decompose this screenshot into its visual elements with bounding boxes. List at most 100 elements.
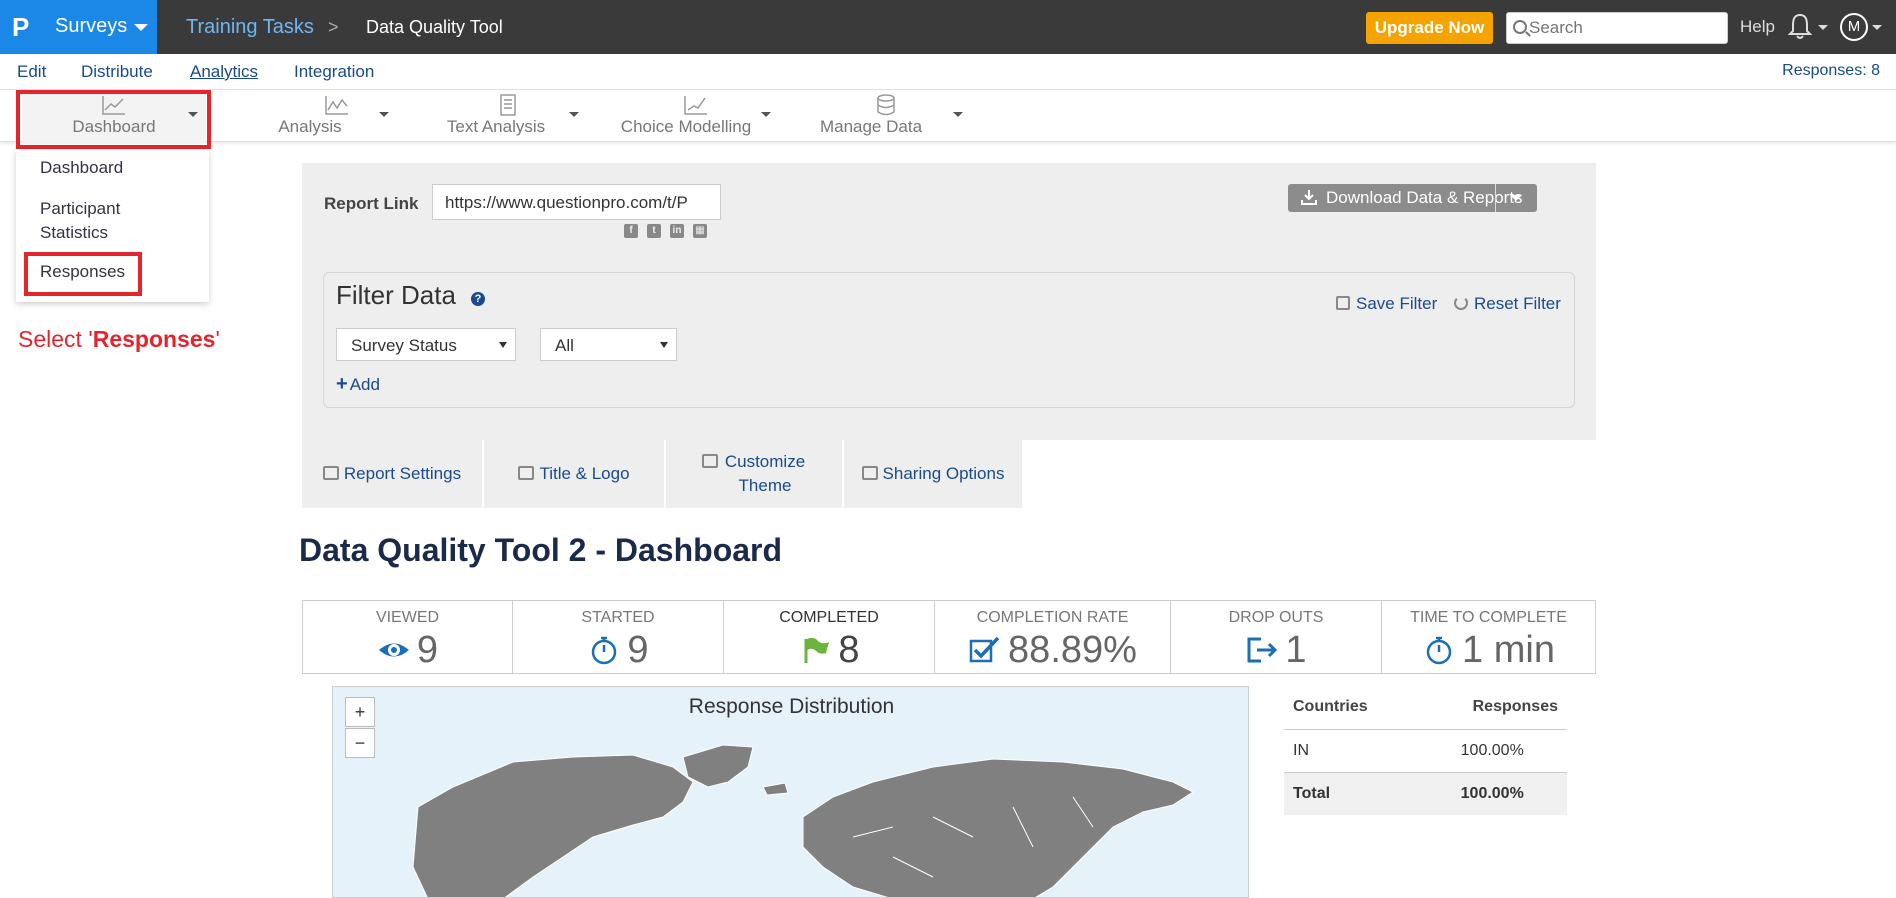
countries-table: Countries Responses IN 100.00% Total 100… xyxy=(1284,686,1567,815)
facebook-icon[interactable]: f xyxy=(624,224,638,238)
edit-icon xyxy=(702,454,718,468)
edit-icon xyxy=(1336,296,1350,310)
gears-icon xyxy=(322,466,339,480)
stat-completion-rate: COMPLETION RATE 88.89% xyxy=(935,601,1171,673)
tool-analysis[interactable]: Analysis xyxy=(262,90,412,142)
chevron-down-icon xyxy=(761,112,771,117)
linkedin-icon[interactable]: in xyxy=(670,224,684,238)
download-data-reports-button[interactable]: Download Data & Reports xyxy=(1288,184,1537,212)
chevron-down-icon xyxy=(499,342,507,348)
stopwatch-icon xyxy=(1426,636,1452,664)
exit-icon xyxy=(1247,637,1278,662)
total-label: Total xyxy=(1284,772,1401,815)
reset-icon xyxy=(1454,296,1468,310)
tool-text-analysis[interactable]: Text Analysis xyxy=(428,90,588,142)
chevron-down-icon xyxy=(134,24,148,31)
world-map xyxy=(412,744,1195,897)
responses-count[interactable]: Responses: 8 xyxy=(1782,62,1880,80)
chevron-down-icon xyxy=(1872,25,1882,30)
nav-analytics[interactable]: Analytics xyxy=(190,62,258,82)
analytics-toolbar: Dashboard Analysis Text Analysis Choice … xyxy=(0,90,1896,142)
filter-field-select[interactable]: Survey Status xyxy=(336,328,516,361)
trend-chart-icon xyxy=(684,96,707,115)
menu-item-participant-statistics[interactable]: Participant Statistics xyxy=(40,197,150,245)
user-avatar[interactable]: M xyxy=(1840,13,1868,41)
country-cell: IN xyxy=(1284,729,1401,773)
twitter-icon[interactable]: t xyxy=(647,224,661,238)
stats-bar: VIEWED 9 STARTED 9 COMPLETED 8 COMPLETIO… xyxy=(302,600,1596,674)
search-box[interactable] xyxy=(1506,12,1728,44)
tool-label: Text Analysis xyxy=(446,117,546,136)
breadcrumb-current: Data Quality Tool xyxy=(366,17,503,37)
questionpro-logo: P xyxy=(12,12,30,42)
highlight-dashboard xyxy=(16,90,211,149)
database-icon xyxy=(877,94,895,116)
search-input[interactable] xyxy=(1529,17,1719,39)
column-header: Countries xyxy=(1284,686,1401,730)
tool-label: Manage Data xyxy=(819,117,923,136)
stat-started: STARTED 9 xyxy=(513,601,724,673)
search-icon xyxy=(1513,20,1527,34)
chevron-down-icon xyxy=(569,112,579,117)
document-icon xyxy=(500,94,516,116)
stopwatch-icon xyxy=(592,636,617,664)
download-icon xyxy=(1301,190,1317,205)
secondary-nav: Edit Distribute Analytics Integration Re… xyxy=(0,54,1896,90)
chevron-down-icon[interactable] xyxy=(1510,195,1522,201)
table-row: IN 100.00% xyxy=(1284,729,1567,773)
share-icons: f t in ▦ xyxy=(624,220,716,238)
tool-label: Analysis xyxy=(278,117,342,136)
stat-time-to-complete: TIME TO COMPLETE 1 min xyxy=(1410,609,1567,671)
product-switcher[interactable]: P Surveys xyxy=(0,0,157,54)
response-distribution-map[interactable]: Response Distribution + − xyxy=(332,686,1249,898)
filter-title: Filter Data xyxy=(336,280,456,310)
flag-icon xyxy=(804,637,830,663)
nav-distribute[interactable]: Distribute xyxy=(81,62,153,82)
checkbox-icon xyxy=(969,636,1000,662)
menu-item-dashboard[interactable]: Dashboard xyxy=(40,156,123,180)
filter-value-select[interactable]: All xyxy=(540,328,677,361)
tab-title-logo[interactable]: Title & Logo xyxy=(484,440,664,508)
save-filter-link[interactable]: Save Filter xyxy=(1336,294,1437,314)
tab-sharing-options[interactable]: Sharing Options xyxy=(844,440,1022,508)
chevron-down-icon xyxy=(953,112,963,117)
tool-label: Choice Modelling xyxy=(620,117,752,136)
help-link[interactable]: Help xyxy=(1740,17,1775,37)
stat-viewed: VIEWED 9 xyxy=(303,601,513,673)
tab-report-settings[interactable]: Report Settings xyxy=(302,440,482,508)
page-title: Data Quality Tool 2 - Dashboard xyxy=(299,532,783,568)
chevron-down-icon xyxy=(660,342,668,348)
upgrade-now-button[interactable]: Upgrade Now xyxy=(1366,12,1493,44)
stat-completed: COMPLETED 8 xyxy=(724,601,935,673)
qr-code-icon[interactable]: ▦ xyxy=(693,224,707,238)
breadcrumb-parent[interactable]: Training Tasks xyxy=(186,16,314,39)
reset-filter-link[interactable]: Reset Filter xyxy=(1454,294,1561,314)
table-total-row: Total 100.00% xyxy=(1284,772,1567,815)
report-link-label: Report Link xyxy=(324,194,419,213)
share-icon xyxy=(861,466,878,480)
bell-icon[interactable] xyxy=(1787,12,1813,40)
chevron-down-icon xyxy=(1818,25,1828,30)
edit-icon xyxy=(518,466,535,480)
instruction-text: Select 'Responses' xyxy=(18,326,220,352)
analysis-chart-icon xyxy=(325,96,348,115)
eye-icon xyxy=(378,643,409,656)
stat-drop-outs: DROP OUTS 1 xyxy=(1171,601,1382,673)
add-filter-link[interactable]: + Add xyxy=(336,373,380,396)
total-value: 100.00% xyxy=(1400,772,1567,815)
report-link-field[interactable]: https://www.questionpro.com/t/P xyxy=(432,184,721,220)
top-bar: P Surveys Training Tasks > Data Quality … xyxy=(0,0,1896,54)
responses-cell: 100.00% xyxy=(1400,729,1567,773)
tab-customize-theme[interactable]: Customize Theme xyxy=(666,440,842,508)
column-header: Responses xyxy=(1400,686,1567,730)
chevron-down-icon xyxy=(379,112,389,117)
nav-integration[interactable]: Integration xyxy=(294,62,374,82)
highlight-responses xyxy=(24,252,142,296)
nav-edit[interactable]: Edit xyxy=(17,62,46,82)
tool-manage-data[interactable]: Manage Data xyxy=(806,90,966,142)
table-header-row: Countries Responses xyxy=(1284,686,1567,730)
plus-icon: + xyxy=(336,373,348,395)
tool-choice-modelling[interactable]: Choice Modelling xyxy=(606,90,786,142)
breadcrumb-separator: > xyxy=(328,17,339,37)
help-icon[interactable]: ? xyxy=(471,292,485,306)
